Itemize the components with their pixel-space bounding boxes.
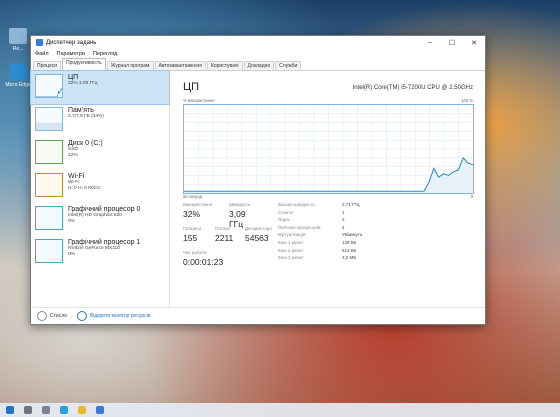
menu-file[interactable]: Файл bbox=[35, 51, 49, 57]
resource-wifi[interactable]: Wi-Fi Wi-Fi Н: 0 Н: 0 Кбіт/с bbox=[31, 170, 169, 203]
edge-taskbar-icon[interactable] bbox=[60, 406, 68, 414]
file-explorer-icon[interactable] bbox=[78, 406, 86, 414]
store-icon[interactable] bbox=[96, 406, 104, 414]
task-manager-icon bbox=[36, 39, 43, 46]
resource-cpu[interactable]: ЦП 32% 3,09 ГГц bbox=[30, 70, 170, 105]
resource-gpu1[interactable]: Графічний процесор 1 NVIDIA GeForce MX110… bbox=[31, 236, 169, 269]
taskbar bbox=[0, 403, 560, 417]
disk-thumbnail bbox=[35, 140, 63, 164]
cpu-model: Intel(R) Core(TM) i5-7200U CPU @ 2.50GHz bbox=[352, 85, 473, 91]
resource-list: ЦП 32% 3,09 ГГц Пам’ять 2,7/7,9 ГБ (34%) Д… bbox=[30, 70, 170, 324]
desktop-icon-recycle[interactable]: Re... bbox=[4, 28, 32, 52]
cpu-thumbnail bbox=[35, 74, 63, 98]
tab-startup[interactable]: Автозавантаження bbox=[154, 61, 206, 70]
info-row: Логічних процесорів: 4 bbox=[278, 224, 345, 230]
task-manager-window: Диспетчер задань – ☐ ✕ Файл Параметри Пе… bbox=[30, 35, 486, 325]
resource-disk[interactable]: Диск 0 (C:) SSD 12% bbox=[31, 137, 169, 170]
title-bar: Диспетчер задань – ☐ ✕ bbox=[31, 36, 485, 49]
stat-usage: Використання 32% bbox=[183, 202, 213, 219]
resource-monitor-icon bbox=[76, 311, 87, 321]
cpu-info-table: Базова швидкість: 2,71 ГГц Сокети: 1 Ядра:… bbox=[278, 202, 388, 263]
open-resource-monitor-link[interactable]: Відкрити монітор ресурсів bbox=[90, 313, 150, 319]
info-row: Кеш 3 рівня: 3,0 МБ bbox=[278, 255, 357, 261]
stat-handles: Дескриптори 54563 bbox=[245, 226, 272, 243]
graph-label-zero: 0 bbox=[470, 194, 473, 199]
start-icon[interactable] bbox=[6, 406, 14, 414]
stat-processes: Процеси 155 bbox=[183, 226, 202, 243]
cpu-usage-graph bbox=[183, 104, 474, 194]
resource-memory[interactable]: Пам’ять 2,7/7,9 ГБ (34%) bbox=[31, 104, 169, 137]
stat-uptime: Час роботи 0:00:01:23 bbox=[183, 250, 224, 267]
cpu-usage-line bbox=[36, 88, 62, 97]
desktop-icon-edge[interactable]: Micro Edge bbox=[4, 64, 32, 88]
tab-app-history[interactable]: Журнал програм bbox=[106, 61, 154, 70]
search-icon[interactable] bbox=[24, 406, 32, 414]
wifi-thumbnail bbox=[35, 173, 63, 197]
graph-label-usage: % використання bbox=[183, 98, 215, 103]
menu-view[interactable]: Перегляд bbox=[93, 51, 117, 57]
menu-options[interactable]: Параметри bbox=[57, 51, 85, 57]
tab-performance[interactable]: Продуктивність bbox=[62, 58, 106, 70]
task-view-icon[interactable] bbox=[42, 406, 50, 414]
window-title: Диспетчер задань bbox=[46, 39, 97, 46]
resource-gpu0[interactable]: Графічний процесор 0 Intel(R) HD Graphics… bbox=[31, 203, 169, 236]
gpu0-thumbnail bbox=[35, 206, 63, 230]
info-row: Віртуалізація: Увімкнуто bbox=[278, 232, 363, 238]
fewer-details-button[interactable]: Стисло bbox=[50, 313, 67, 319]
info-row: Сокети: 1 bbox=[278, 209, 345, 215]
tab-processes[interactable]: Процеси bbox=[33, 61, 62, 70]
footer-bar: Стисло Відкрити монітор ресурсів bbox=[31, 307, 485, 324]
tab-details[interactable]: Докладно bbox=[243, 61, 275, 70]
recycle-bin-icon bbox=[9, 28, 27, 44]
tab-users[interactable]: Користувачі bbox=[206, 61, 243, 70]
info-row: Ядра: 2 bbox=[278, 217, 345, 223]
close-button[interactable]: ✕ bbox=[463, 39, 485, 47]
memory-thumbnail bbox=[35, 107, 63, 131]
info-row: Кеш 1 рівня: 128 КБ bbox=[278, 239, 357, 245]
cpu-detail-panel: ЦП Intel(R) Core(TM) i5-7200U CPU @ 2.50… bbox=[171, 71, 485, 324]
graph-label-time: 60 секунд bbox=[183, 194, 202, 199]
maximize-button[interactable]: ☐ bbox=[441, 39, 463, 47]
edge-icon bbox=[9, 64, 27, 80]
gpu1-thumbnail bbox=[35, 239, 63, 263]
detail-title: ЦП bbox=[183, 81, 200, 93]
minimize-button[interactable]: – bbox=[419, 39, 441, 46]
fewer-details-icon bbox=[37, 311, 47, 321]
info-row: Кеш 2 рівня: 512 КБ bbox=[278, 247, 357, 253]
tab-strip: Процеси Продуктивність Журнал програм Ав… bbox=[31, 58, 485, 71]
tab-services[interactable]: Служби bbox=[275, 61, 302, 70]
stat-speed: Швидкість 3,09 ГГц bbox=[229, 202, 251, 229]
stat-threads: Потоки 2211 bbox=[215, 226, 234, 243]
graph-label-max: 100 % bbox=[461, 98, 473, 103]
info-row: Базова швидкість: 2,71 ГГц bbox=[278, 202, 360, 207]
